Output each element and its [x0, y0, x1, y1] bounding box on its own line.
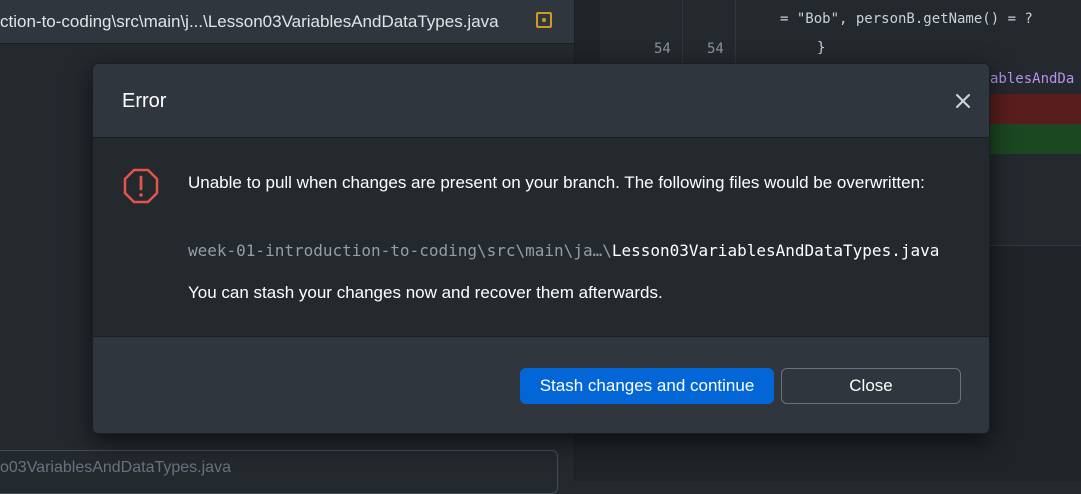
- file-name: Lesson03VariablesAndDataTypes.java: [611, 241, 940, 260]
- dialog-body: Unable to pull when changes are present …: [93, 138, 989, 337]
- dialog-footer: Stash changes and continue Close: [93, 337, 989, 433]
- error-message: Unable to pull when changes are present …: [188, 173, 925, 192]
- dialog-title: Error: [122, 90, 167, 112]
- diff-line-number-old: 54: [654, 41, 671, 57]
- file-modified-icon: [536, 12, 552, 28]
- diff-line-number-new: 54: [707, 41, 724, 57]
- conflicting-file-path: week-01-introduction-to-coding\src\main\…: [188, 241, 939, 260]
- diff-code-line: = "Bob", personB.getName() = ?: [780, 11, 1033, 27]
- close-icon[interactable]: [953, 91, 973, 111]
- stash-and-continue-button[interactable]: Stash changes and continue: [520, 368, 774, 404]
- changed-file-path: ction-to-coding\src\main\j...\Lesson03Va…: [0, 12, 499, 31]
- diff-code-partial: ablesAndDa: [990, 71, 1075, 87]
- close-button[interactable]: Close: [781, 368, 961, 404]
- dialog-header: Error: [93, 64, 989, 138]
- changed-file-row[interactable]: ction-to-coding\src\main\j...\Lesson03Va…: [0, 0, 574, 44]
- diff-code-brace: }: [817, 40, 826, 56]
- octagon-alert-icon: [123, 168, 159, 204]
- error-dialog: Error Unable to pull when changes are pr…: [92, 63, 990, 434]
- stash-hint: You can stash your changes now and recov…: [188, 283, 663, 302]
- file-directory: week-01-introduction-to-coding\src\main\…: [188, 241, 612, 260]
- commit-summary-text: o03VariablesAndDataTypes.java: [0, 459, 231, 476]
